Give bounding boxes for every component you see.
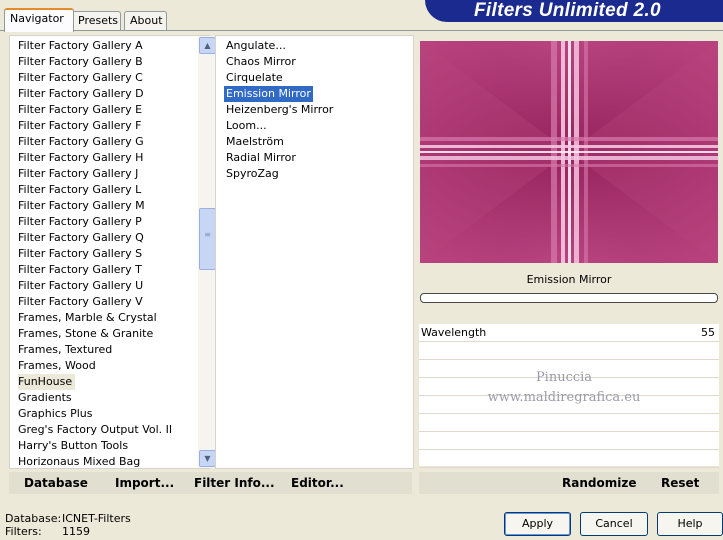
param-label: Wavelength <box>421 326 487 339</box>
filter-item[interactable]: Emission Mirror <box>224 86 313 102</box>
category-item[interactable]: Graphics Plus <box>18 406 95 422</box>
filter-item[interactable]: Chaos Mirror <box>224 54 298 70</box>
preview-filter-name: Emission Mirror <box>526 273 612 286</box>
app-title: Filters Unlimited 2.0 <box>474 0 661 21</box>
category-item[interactable]: Filter Factory Gallery J <box>18 166 141 182</box>
category-item[interactable]: Filter Factory Gallery M <box>18 198 148 214</box>
grip-icon: ≡ <box>204 230 211 239</box>
scroll-thumb[interactable]: ≡ <box>199 208 216 270</box>
category-item[interactable]: Filter Factory Gallery P <box>18 214 145 230</box>
filter-item[interactable]: Cirquelate <box>224 70 285 86</box>
parameter-panel: Wavelength 55 Pinuccia www.maldiregrafic… <box>419 324 719 468</box>
param-row-empty <box>419 342 719 360</box>
category-item[interactable]: Filter Factory Gallery S <box>18 246 145 262</box>
scroll-up-button[interactable]: ▲ <box>199 37 216 54</box>
randomize-button[interactable]: Randomize <box>562 472 636 494</box>
category-scrollbar[interactable]: ▲ ≡ ▼ <box>198 36 216 468</box>
filter-info-button[interactable]: Filter Info... <box>194 472 275 494</box>
filter-item[interactable]: Heizenberg's Mirror <box>224 102 335 118</box>
category-item[interactable]: Filter Factory Gallery C <box>18 70 146 86</box>
category-item[interactable]: Filter Factory Gallery G <box>18 134 147 150</box>
filter-item[interactable]: Angulate... <box>224 38 288 54</box>
filter-preview <box>420 41 718 263</box>
progress-bar <box>420 293 718 303</box>
category-item[interactable]: Frames, Stone & Granite <box>18 326 156 342</box>
category-item[interactable]: Filter Factory Gallery T <box>18 262 145 278</box>
tab-presets[interactable]: Presets <box>72 11 121 30</box>
editor-button[interactable]: Editor... <box>291 472 344 494</box>
chevron-up-icon: ▲ <box>204 41 211 50</box>
param-row-empty <box>419 414 719 432</box>
category-item[interactable]: Filter Factory Gallery L <box>18 182 144 198</box>
help-button[interactable]: Help <box>657 512 723 536</box>
scroll-down-button[interactable]: ▼ <box>199 450 216 467</box>
param-row-empty <box>419 450 719 468</box>
tab-strip-border <box>0 30 723 31</box>
category-item[interactable]: Filter Factory Gallery F <box>18 118 144 134</box>
category-item[interactable]: Frames, Marble & Crystal <box>18 310 160 326</box>
category-item[interactable]: Filter Factory Gallery H <box>18 150 146 166</box>
status-database-label: Database: <box>5 512 62 525</box>
category-item[interactable]: Horizonaus Mixed Bag <box>18 454 143 470</box>
category-item[interactable]: FunHouse <box>18 374 76 390</box>
status-database: Database: ICNET-Filters <box>5 512 131 525</box>
tab-navigator[interactable]: Navigator <box>4 8 74 32</box>
category-item[interactable]: Filter Factory Gallery B <box>18 54 146 70</box>
category-item[interactable]: Harry's Button Tools <box>18 438 131 454</box>
category-item[interactable]: Gradients <box>18 390 75 406</box>
param-row-wavelength[interactable]: Wavelength 55 <box>419 324 719 342</box>
apply-button[interactable]: Apply <box>504 512 571 536</box>
category-item[interactable]: Filter Factory Gallery U <box>18 278 146 294</box>
watermark-line-1: Pinuccia <box>535 370 593 385</box>
category-item[interactable]: Filter Factory Gallery V <box>18 294 146 310</box>
filter-item[interactable]: Loom... <box>224 118 269 134</box>
category-item[interactable]: Filter Factory Gallery Q <box>18 230 147 246</box>
status-database-value: ICNET-Filters <box>62 512 131 525</box>
watermark: Pinuccia www.maldiregrafica.eu <box>419 368 709 408</box>
reset-button[interactable]: Reset <box>661 472 699 494</box>
tab-about[interactable]: About <box>124 11 167 30</box>
category-item[interactable]: Frames, Wood <box>18 358 99 374</box>
category-item[interactable]: Filter Factory Gallery E <box>18 102 145 118</box>
status-filters: Filters: 1159 <box>5 525 90 538</box>
import-button[interactable]: Import... <box>115 472 174 494</box>
cancel-button[interactable]: Cancel <box>580 512 648 536</box>
category-item[interactable]: Frames, Textured <box>18 342 115 358</box>
category-item[interactable]: Filter Factory Gallery D <box>18 86 147 102</box>
status-filters-value: 1159 <box>62 525 90 538</box>
category-item[interactable]: Greg's Factory Output Vol. II <box>18 422 175 438</box>
param-value: 55 <box>701 326 715 339</box>
category-list[interactable]: Filter Factory Gallery A Filter Factory G… <box>9 35 216 470</box>
category-item[interactable]: Filter Factory Gallery A <box>18 38 146 54</box>
filter-item[interactable]: SpyroZag <box>224 166 281 182</box>
status-filters-label: Filters: <box>5 525 42 538</box>
database-button[interactable]: Database <box>24 472 88 494</box>
filter-list[interactable]: Angulate... Chaos Mirror Cirquelate Emissio… <box>215 35 414 469</box>
watermark-line-2: www.maldiregrafica.eu <box>487 390 641 405</box>
filter-item[interactable]: Maelström <box>224 134 286 150</box>
param-row-empty <box>419 432 719 450</box>
chevron-down-icon: ▼ <box>204 454 211 463</box>
filter-item[interactable]: Radial Mirror <box>224 150 298 166</box>
